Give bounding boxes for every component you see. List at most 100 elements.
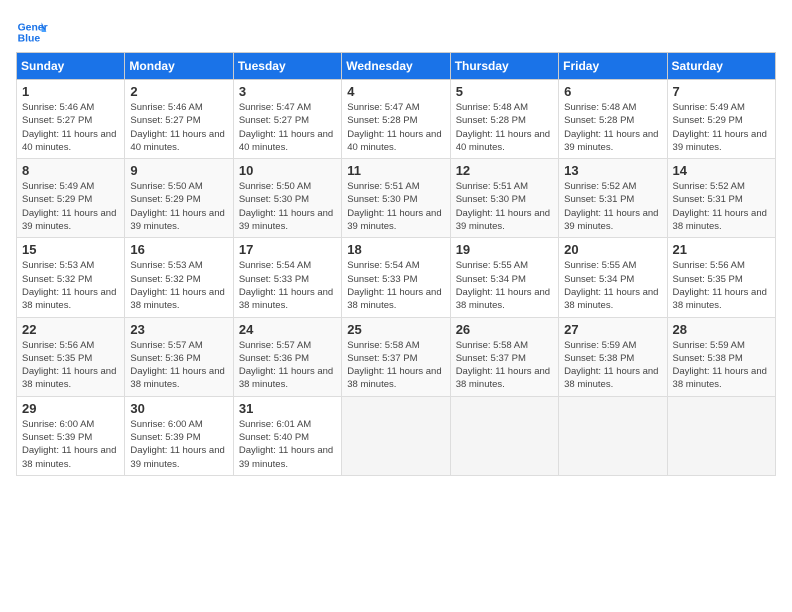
calendar-day-cell: 10 Sunrise: 5:50 AMSunset: 5:30 PMDaylig…	[233, 159, 341, 238]
calendar-day-cell: 13 Sunrise: 5:52 AMSunset: 5:31 PMDaylig…	[559, 159, 667, 238]
day-info: Sunrise: 5:59 AMSunset: 5:38 PMDaylight:…	[564, 340, 658, 391]
calendar-day-cell: 2 Sunrise: 5:46 AMSunset: 5:27 PMDayligh…	[125, 80, 233, 159]
svg-text:Blue: Blue	[18, 34, 41, 45]
calendar-table: SundayMondayTuesdayWednesdayThursdayFrid…	[16, 52, 776, 476]
calendar-day-cell: 7 Sunrise: 5:49 AMSunset: 5:29 PMDayligh…	[667, 80, 775, 159]
calendar-empty-cell	[450, 396, 558, 475]
day-info: Sunrise: 5:58 AMSunset: 5:37 PMDaylight:…	[347, 340, 441, 391]
calendar-week-row: 29 Sunrise: 6:00 AMSunset: 5:39 PMDaylig…	[17, 396, 776, 475]
logo: General Blue	[16, 16, 48, 48]
day-info: Sunrise: 5:54 AMSunset: 5:33 PMDaylight:…	[239, 260, 333, 311]
calendar-week-row: 22 Sunrise: 5:56 AMSunset: 5:35 PMDaylig…	[17, 317, 776, 396]
calendar-day-cell: 26 Sunrise: 5:58 AMSunset: 5:37 PMDaylig…	[450, 317, 558, 396]
day-info: Sunrise: 5:55 AMSunset: 5:34 PMDaylight:…	[564, 260, 658, 311]
weekday-header-tuesday: Tuesday	[233, 53, 341, 80]
day-info: Sunrise: 5:52 AMSunset: 5:31 PMDaylight:…	[564, 181, 658, 232]
calendar-day-cell: 20 Sunrise: 5:55 AMSunset: 5:34 PMDaylig…	[559, 238, 667, 317]
day-number: 20	[564, 242, 661, 257]
calendar-empty-cell	[342, 396, 450, 475]
day-number: 18	[347, 242, 444, 257]
day-info: Sunrise: 5:53 AMSunset: 5:32 PMDaylight:…	[22, 260, 116, 311]
calendar-day-cell: 12 Sunrise: 5:51 AMSunset: 5:30 PMDaylig…	[450, 159, 558, 238]
day-number: 12	[456, 163, 553, 178]
calendar-day-cell: 23 Sunrise: 5:57 AMSunset: 5:36 PMDaylig…	[125, 317, 233, 396]
day-info: Sunrise: 5:55 AMSunset: 5:34 PMDaylight:…	[456, 260, 550, 311]
calendar-day-cell: 31 Sunrise: 6:01 AMSunset: 5:40 PMDaylig…	[233, 396, 341, 475]
day-number: 22	[22, 322, 119, 337]
day-number: 11	[347, 163, 444, 178]
weekday-header-saturday: Saturday	[667, 53, 775, 80]
day-info: Sunrise: 6:00 AMSunset: 5:39 PMDaylight:…	[130, 419, 224, 470]
day-info: Sunrise: 5:50 AMSunset: 5:30 PMDaylight:…	[239, 181, 333, 232]
day-number: 28	[673, 322, 770, 337]
day-number: 9	[130, 163, 227, 178]
day-number: 10	[239, 163, 336, 178]
weekday-header-thursday: Thursday	[450, 53, 558, 80]
day-number: 4	[347, 84, 444, 99]
day-number: 26	[456, 322, 553, 337]
day-number: 25	[347, 322, 444, 337]
day-info: Sunrise: 5:50 AMSunset: 5:29 PMDaylight:…	[130, 181, 224, 232]
day-info: Sunrise: 5:57 AMSunset: 5:36 PMDaylight:…	[239, 340, 333, 391]
day-info: Sunrise: 5:53 AMSunset: 5:32 PMDaylight:…	[130, 260, 224, 311]
calendar-day-cell: 8 Sunrise: 5:49 AMSunset: 5:29 PMDayligh…	[17, 159, 125, 238]
calendar-day-cell: 18 Sunrise: 5:54 AMSunset: 5:33 PMDaylig…	[342, 238, 450, 317]
calendar-day-cell: 24 Sunrise: 5:57 AMSunset: 5:36 PMDaylig…	[233, 317, 341, 396]
calendar-day-cell: 25 Sunrise: 5:58 AMSunset: 5:37 PMDaylig…	[342, 317, 450, 396]
day-info: Sunrise: 6:00 AMSunset: 5:39 PMDaylight:…	[22, 419, 116, 470]
calendar-day-cell: 30 Sunrise: 6:00 AMSunset: 5:39 PMDaylig…	[125, 396, 233, 475]
calendar-day-cell: 28 Sunrise: 5:59 AMSunset: 5:38 PMDaylig…	[667, 317, 775, 396]
calendar-week-row: 15 Sunrise: 5:53 AMSunset: 5:32 PMDaylig…	[17, 238, 776, 317]
calendar-empty-cell	[667, 396, 775, 475]
day-info: Sunrise: 5:58 AMSunset: 5:37 PMDaylight:…	[456, 340, 550, 391]
day-number: 8	[22, 163, 119, 178]
day-info: Sunrise: 5:59 AMSunset: 5:38 PMDaylight:…	[673, 340, 767, 391]
day-number: 13	[564, 163, 661, 178]
calendar-day-cell: 6 Sunrise: 5:48 AMSunset: 5:28 PMDayligh…	[559, 80, 667, 159]
day-number: 24	[239, 322, 336, 337]
day-info: Sunrise: 5:48 AMSunset: 5:28 PMDaylight:…	[564, 102, 658, 153]
calendar-week-row: 8 Sunrise: 5:49 AMSunset: 5:29 PMDayligh…	[17, 159, 776, 238]
day-number: 2	[130, 84, 227, 99]
day-info: Sunrise: 5:56 AMSunset: 5:35 PMDaylight:…	[673, 260, 767, 311]
calendar-day-cell: 17 Sunrise: 5:54 AMSunset: 5:33 PMDaylig…	[233, 238, 341, 317]
weekday-header-wednesday: Wednesday	[342, 53, 450, 80]
day-number: 17	[239, 242, 336, 257]
day-info: Sunrise: 5:49 AMSunset: 5:29 PMDaylight:…	[22, 181, 116, 232]
calendar-day-cell: 9 Sunrise: 5:50 AMSunset: 5:29 PMDayligh…	[125, 159, 233, 238]
day-info: Sunrise: 5:51 AMSunset: 5:30 PMDaylight:…	[347, 181, 441, 232]
calendar-day-cell: 29 Sunrise: 6:00 AMSunset: 5:39 PMDaylig…	[17, 396, 125, 475]
calendar-day-cell: 27 Sunrise: 5:59 AMSunset: 5:38 PMDaylig…	[559, 317, 667, 396]
calendar-day-cell: 3 Sunrise: 5:47 AMSunset: 5:27 PMDayligh…	[233, 80, 341, 159]
day-number: 14	[673, 163, 770, 178]
day-number: 23	[130, 322, 227, 337]
day-number: 6	[564, 84, 661, 99]
weekday-header-row: SundayMondayTuesdayWednesdayThursdayFrid…	[17, 53, 776, 80]
calendar-day-cell: 15 Sunrise: 5:53 AMSunset: 5:32 PMDaylig…	[17, 238, 125, 317]
day-number: 19	[456, 242, 553, 257]
calendar-day-cell: 21 Sunrise: 5:56 AMSunset: 5:35 PMDaylig…	[667, 238, 775, 317]
day-number: 16	[130, 242, 227, 257]
day-number: 31	[239, 401, 336, 416]
day-number: 27	[564, 322, 661, 337]
general-blue-logo-icon: General Blue	[16, 16, 48, 48]
calendar-day-cell: 19 Sunrise: 5:55 AMSunset: 5:34 PMDaylig…	[450, 238, 558, 317]
calendar-day-cell: 16 Sunrise: 5:53 AMSunset: 5:32 PMDaylig…	[125, 238, 233, 317]
day-info: Sunrise: 6:01 AMSunset: 5:40 PMDaylight:…	[239, 419, 333, 470]
day-info: Sunrise: 5:56 AMSunset: 5:35 PMDaylight:…	[22, 340, 116, 391]
day-info: Sunrise: 5:57 AMSunset: 5:36 PMDaylight:…	[130, 340, 224, 391]
day-number: 15	[22, 242, 119, 257]
day-number: 30	[130, 401, 227, 416]
day-number: 21	[673, 242, 770, 257]
day-info: Sunrise: 5:54 AMSunset: 5:33 PMDaylight:…	[347, 260, 441, 311]
day-number: 29	[22, 401, 119, 416]
calendar-day-cell: 22 Sunrise: 5:56 AMSunset: 5:35 PMDaylig…	[17, 317, 125, 396]
day-info: Sunrise: 5:47 AMSunset: 5:27 PMDaylight:…	[239, 102, 333, 153]
calendar-day-cell: 11 Sunrise: 5:51 AMSunset: 5:30 PMDaylig…	[342, 159, 450, 238]
day-number: 7	[673, 84, 770, 99]
weekday-header-friday: Friday	[559, 53, 667, 80]
calendar-day-cell: 1 Sunrise: 5:46 AMSunset: 5:27 PMDayligh…	[17, 80, 125, 159]
calendar-week-row: 1 Sunrise: 5:46 AMSunset: 5:27 PMDayligh…	[17, 80, 776, 159]
day-number: 5	[456, 84, 553, 99]
day-number: 1	[22, 84, 119, 99]
